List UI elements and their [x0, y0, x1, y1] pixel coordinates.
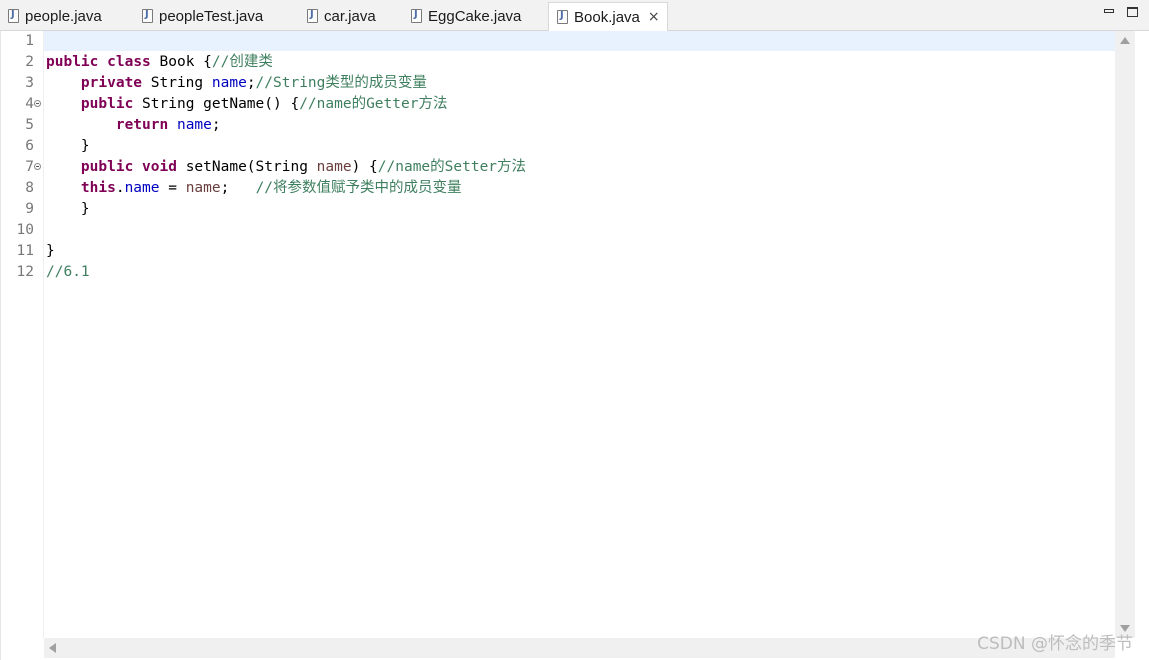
code-line-8: 8 this.name = name; //将参数值赋予类中的成员变量	[1, 178, 1115, 199]
code-line-5: 5 return name;	[1, 115, 1115, 136]
tab-label: peopleTest.java	[159, 7, 264, 25]
code-text: }	[46, 243, 55, 259]
watermark: CSDN @怀念的季节	[977, 634, 1133, 654]
tab-label: people.java	[25, 7, 102, 25]
line-number: 6	[25, 138, 34, 154]
tab-label: car.java	[324, 7, 376, 25]
scroll-left-arrow-icon[interactable]	[49, 643, 56, 653]
line-number: 1	[25, 33, 34, 49]
code-text: private String name;//String类型的成员变量	[80, 75, 427, 91]
code-line-12: 12 //6.1	[1, 262, 1115, 283]
tab-book-java[interactable]: Book.java ×	[548, 2, 668, 31]
tab-peopletest-java[interactable]: peopleTest.java	[134, 2, 263, 30]
tab-car-java[interactable]: car.java	[299, 2, 376, 30]
code-text: public class Book {//创建类	[46, 54, 273, 70]
line-number: 4	[25, 96, 34, 112]
code-line-6: 6 }	[1, 136, 1115, 157]
code-text: public void setName(String name) {//name…	[80, 159, 527, 175]
code-line-4: 4 public String getName() {//name的Getter…	[1, 94, 1115, 115]
line-number: 3	[25, 75, 34, 91]
java-file-icon	[8, 9, 19, 23]
line-number: 12	[16, 264, 34, 280]
code-text: //6.1	[46, 264, 90, 280]
line-number: 10	[16, 222, 34, 238]
scroll-up-arrow-icon[interactable]	[1120, 37, 1130, 44]
code-text: this.name = name; //将参数值赋予类中的成员变量	[80, 180, 462, 196]
horizontal-scrollbar[interactable]	[44, 638, 1115, 658]
code-line-1: 1	[1, 31, 1115, 52]
tab-label: Book.java	[574, 8, 640, 26]
code-text: }	[80, 138, 90, 154]
code-text: public String getName() {//name的Getter方法	[80, 96, 448, 112]
code-line-3: 3 private String name;//String类型的成员变量	[1, 73, 1115, 94]
maximize-icon[interactable]	[1127, 7, 1138, 17]
code-line-10: 10	[1, 220, 1115, 241]
close-icon[interactable]: ×	[648, 9, 660, 25]
line-number: 2	[25, 54, 34, 70]
code-line-9: 9 }	[1, 199, 1115, 220]
tab-eggcake-java[interactable]: EggCake.java	[403, 2, 521, 30]
code-line-2: 2 public class Book {//创建类	[1, 52, 1115, 73]
code-line-7: 7 public void setName(String name) {//na…	[1, 157, 1115, 178]
line-number: 8	[25, 180, 34, 196]
line-number: 11	[16, 243, 34, 259]
editor-tab-bar: people.java peopleTest.java car.java Egg…	[0, 0, 1149, 31]
java-file-icon	[557, 10, 568, 24]
code-editor[interactable]: 1 2 public class Book {//创建类 3 private S…	[0, 31, 1149, 660]
code-text: return name;	[115, 117, 221, 133]
fold-toggle-icon[interactable]	[34, 100, 41, 107]
java-file-icon	[142, 9, 153, 23]
line-number: 5	[25, 117, 34, 133]
code-text: }	[80, 201, 90, 217]
minimize-icon[interactable]	[1104, 9, 1114, 13]
tab-label: EggCake.java	[428, 7, 522, 25]
fold-toggle-icon[interactable]	[34, 163, 41, 170]
line-number: 7	[25, 159, 34, 175]
tab-people-java[interactable]: people.java	[0, 2, 102, 30]
line-number: 9	[25, 201, 34, 217]
code-line-11: 11 }	[1, 241, 1115, 262]
vertical-scrollbar[interactable]	[1115, 31, 1135, 638]
java-file-icon	[411, 9, 422, 23]
java-file-icon	[307, 9, 318, 23]
